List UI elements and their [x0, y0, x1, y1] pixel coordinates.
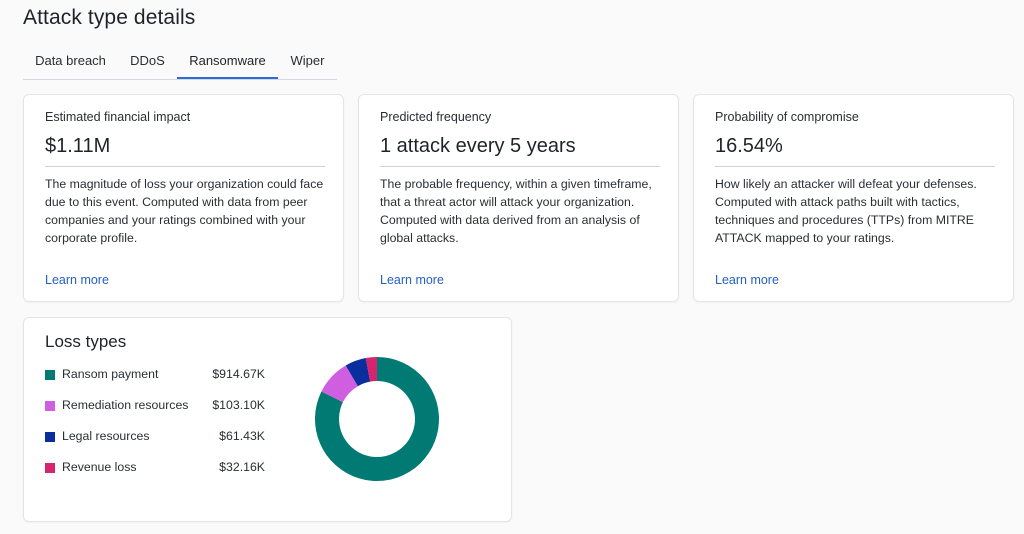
learn-more-link[interactable]: Learn more — [715, 273, 779, 287]
card-description: How likely an attacker will defeat your … — [715, 177, 977, 245]
divider — [45, 166, 325, 167]
legend-item-ransom-payment: Ransom payment $914.67K — [45, 367, 265, 385]
learn-more-link[interactable]: Learn more — [45, 273, 109, 287]
attack-type-tabs: Data breach DDoS Ransomware Wiper — [23, 46, 337, 80]
predicted-frequency-card: Predicted frequency 1 attack every 5 yea… — [358, 94, 679, 302]
card-description: The magnitude of loss your organization … — [45, 177, 324, 245]
legend-label: Ransom payment — [62, 367, 159, 381]
financial-impact-value: $1.11M — [45, 135, 111, 157]
legend-amount: $32.16K — [219, 460, 265, 474]
page-title: Attack type details — [23, 6, 196, 29]
probability-compromise-value: 16.54% — [715, 135, 783, 157]
legend-label: Revenue loss — [62, 460, 137, 474]
legend-amount: $103.10K — [212, 398, 265, 412]
legend-swatch — [45, 463, 55, 473]
learn-more-link[interactable]: Learn more — [380, 273, 444, 287]
tab-data-breach[interactable]: Data breach — [23, 46, 118, 79]
loss-types-card: Loss types Ransom payment $914.67K Remed… — [23, 317, 512, 522]
tab-ddos[interactable]: DDoS — [118, 46, 177, 79]
card-label: Estimated financial impact — [45, 110, 191, 124]
legend-item-revenue-loss: Revenue loss $32.16K — [45, 460, 265, 478]
probability-compromise-card: Probability of compromise 16.54% How lik… — [693, 94, 1014, 302]
loss-types-title: Loss types — [45, 332, 127, 351]
tab-wiper[interactable]: Wiper — [278, 46, 337, 79]
divider — [715, 166, 995, 167]
legend-amount: $914.67K — [212, 367, 265, 381]
legend-label: Legal resources — [62, 429, 150, 443]
financial-impact-card: Estimated financial impact $1.11M The ma… — [23, 94, 344, 302]
legend-item-remediation-resources: Remediation resources $103.10K — [45, 398, 265, 416]
divider — [380, 166, 660, 167]
legend-label: Remediation resources — [62, 398, 189, 412]
card-description: The probable frequency, within a given t… — [380, 177, 652, 245]
loss-types-donut-chart — [315, 357, 439, 481]
legend-swatch — [45, 370, 55, 380]
predicted-frequency-value: 1 attack every 5 years — [380, 135, 576, 157]
legend-amount: $61.43K — [219, 429, 265, 443]
tab-ransomware[interactable]: Ransomware — [177, 46, 278, 79]
card-label: Probability of compromise — [715, 110, 859, 124]
legend-swatch — [45, 401, 55, 411]
card-label: Predicted frequency — [380, 110, 492, 124]
legend-item-legal-resources: Legal resources $61.43K — [45, 429, 265, 447]
legend-swatch — [45, 432, 55, 442]
